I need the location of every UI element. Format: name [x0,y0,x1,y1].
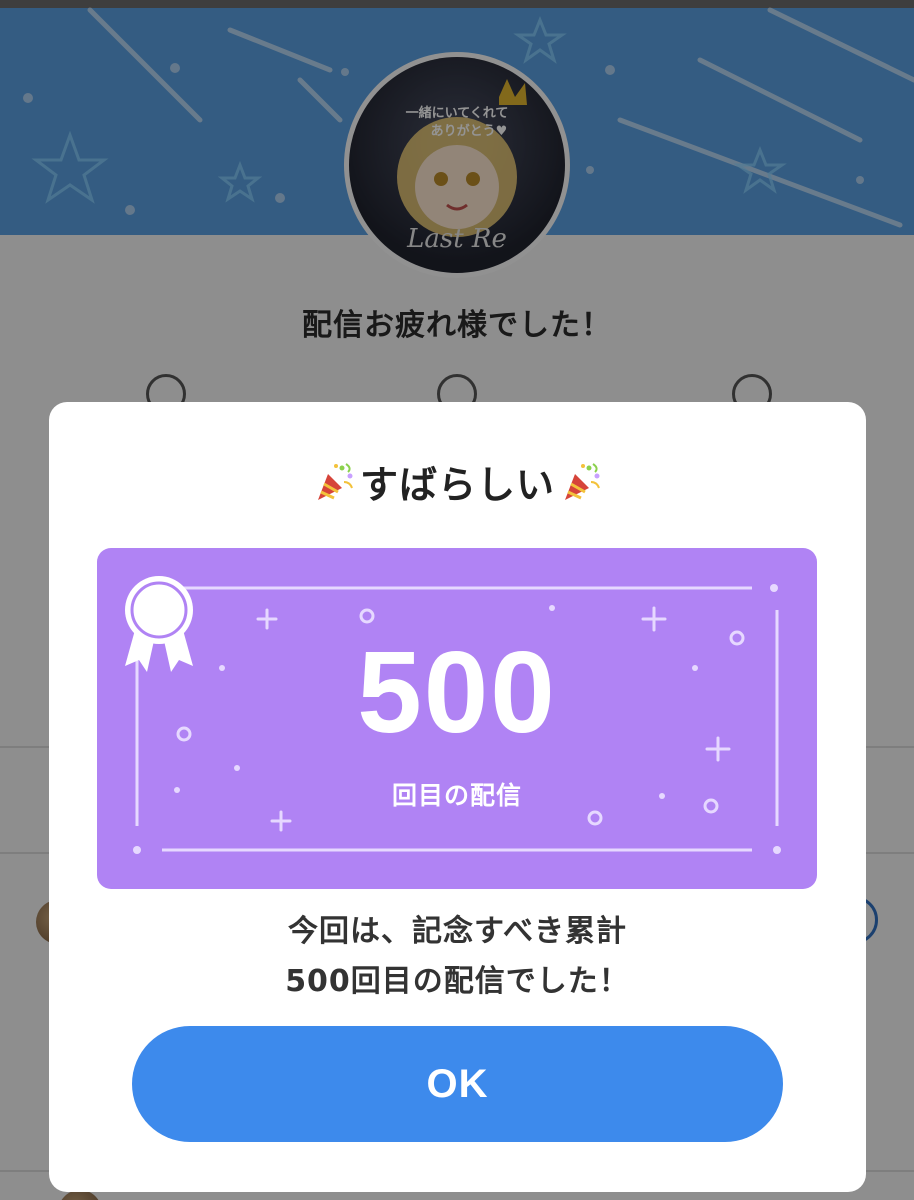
message-line: 500回目の配信でした！ [285,964,630,999]
milestone-message: 今回は、記念すべき累計 500回目の配信でした！ [49,907,866,1007]
ok-button[interactable]: OK [132,1026,783,1142]
party-popper-icon [565,462,600,500]
dialog-title-text: すばらしい [359,463,555,507]
milestone-dialog: すばらしい 500 回目の配信 今回は、記念すべき累計 500回目の配信でした！… [49,402,866,1192]
milestone-card: 500 回目の配信 [97,548,817,889]
message-line: 今回は、記念すべき累計 [288,914,627,949]
dialog-title: すばらしい [49,454,866,509]
milestone-caption: 回目の配信 [391,781,522,810]
milestone-count: 500 [357,627,557,757]
party-popper-icon [317,462,353,500]
